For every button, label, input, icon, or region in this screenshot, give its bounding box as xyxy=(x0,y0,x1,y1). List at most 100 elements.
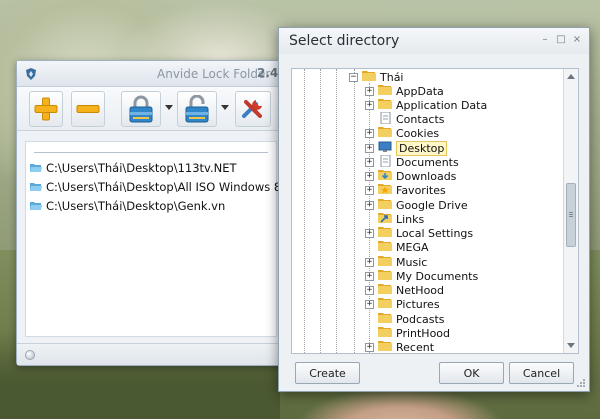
tree-node-cookies[interactable]: + Cookies xyxy=(365,127,439,141)
expand-icon[interactable]: + xyxy=(365,143,374,153)
links-folder-icon xyxy=(378,212,396,227)
cancel-button[interactable]: Cancel xyxy=(509,362,574,384)
resize-grip-icon[interactable] xyxy=(576,378,586,388)
tree-node-label: Documents xyxy=(396,155,459,169)
folder-icon xyxy=(378,326,396,341)
directory-tree[interactable]: − Thái + AppData + Application Data Contacts + C… xyxy=(291,68,579,354)
tree-node-mega[interactable]: MEGA xyxy=(365,241,429,255)
open-folder-icon xyxy=(30,183,42,191)
folder-icon xyxy=(378,312,396,327)
tree-node-downloads[interactable]: + Downloads xyxy=(365,170,456,184)
settings-button[interactable] xyxy=(235,91,271,127)
tree-node-root[interactable]: − Thái xyxy=(349,70,404,84)
expand-icon[interactable]: + xyxy=(365,286,374,295)
dialog-title: Select directory xyxy=(289,33,400,49)
tree-node-label: Local Settings xyxy=(396,227,474,240)
tree-node-desktop[interactable]: + Desktop xyxy=(365,140,448,156)
scroll-down-icon[interactable] xyxy=(567,343,575,348)
tree-scrollbar[interactable] xyxy=(563,69,578,353)
select-directory-dialog: Select directory – □ × − Thái + AppData + App… xyxy=(278,27,590,392)
wrench-screwdriver-icon xyxy=(242,100,262,118)
expand-icon[interactable]: + xyxy=(365,86,374,96)
folder-icon xyxy=(378,84,396,99)
expand-icon[interactable]: + xyxy=(365,257,374,267)
maximize-icon[interactable]: □ xyxy=(555,34,567,46)
folder-icon xyxy=(378,269,396,284)
tree-node-label: Music xyxy=(396,255,428,269)
lock-folder-button[interactable] xyxy=(121,91,161,127)
tree-node-printhood[interactable]: PrintHood xyxy=(365,326,450,340)
folder-list-item[interactable]: C:\Users\Thái\Desktop\Genk.vn xyxy=(30,198,225,214)
lock-folder-toolbar xyxy=(17,87,283,131)
tree-node-label: Thái xyxy=(380,70,404,84)
close-icon[interactable]: × xyxy=(571,34,583,46)
lock-folder-titlebar[interactable]: Anvide Lock Folder 2.40 xyxy=(17,61,287,87)
tree-node-favorites[interactable]: + Favorites xyxy=(365,184,446,198)
unlock-dropdown-arrow[interactable] xyxy=(221,105,229,110)
downloads-folder-icon xyxy=(378,169,396,184)
open-folder-icon xyxy=(30,164,42,172)
folder-icon xyxy=(378,98,396,113)
tree-node-label: AppData xyxy=(396,84,444,98)
add-folder-button[interactable] xyxy=(29,91,63,127)
tree-node-local-settings[interactable]: + Local Settings xyxy=(365,227,473,241)
tree-node-music[interactable]: + Music xyxy=(365,255,427,269)
folder-list-item[interactable]: C:\Users\Thái\Desktop\113tv.NET xyxy=(30,160,237,176)
tree-node-recent[interactable]: + Recent xyxy=(365,341,434,353)
lock-folder-title: Anvide Lock Folder xyxy=(157,67,271,81)
create-button[interactable]: Create xyxy=(295,362,360,384)
tree-node-google-drive[interactable]: + Google Drive xyxy=(365,198,468,212)
plus-icon xyxy=(34,97,58,121)
tree-node-podcasts[interactable]: Podcasts xyxy=(365,312,445,326)
favorites-star-icon xyxy=(378,183,396,198)
tree-node-appdata[interactable]: + AppData xyxy=(365,84,444,98)
tree-node-my-documents[interactable]: + My Documents xyxy=(365,269,478,283)
collapse-icon[interactable]: − xyxy=(349,72,358,82)
folder-icon xyxy=(378,297,396,312)
tree-node-label: PrintHood xyxy=(396,326,451,340)
tree-node-nethood[interactable]: + NetHood xyxy=(365,284,444,298)
expand-icon[interactable]: + xyxy=(365,200,374,210)
scroll-up-icon[interactable] xyxy=(567,74,575,79)
tree-node-pictures[interactable]: + Pictures xyxy=(365,298,440,312)
tree-node-links[interactable]: Links xyxy=(365,212,424,226)
folder-path: C:\Users\Thái\Desktop\113tv.NET xyxy=(46,161,237,175)
remove-folder-button[interactable] xyxy=(71,91,105,127)
tree-node-label: MEGA xyxy=(396,241,429,255)
dialog-titlebar[interactable]: Select directory – □ × xyxy=(279,28,589,54)
lock-folder-window: Anvide Lock Folder 2.40 C:\Users\Thái\De… xyxy=(16,60,292,366)
folder-icon xyxy=(378,126,396,141)
lock-dropdown-arrow[interactable] xyxy=(165,105,173,110)
open-padlock-icon xyxy=(185,95,209,123)
folder-icon xyxy=(378,240,396,255)
tree-node-label: Podcasts xyxy=(396,312,445,326)
tree-node-label: Desktop xyxy=(396,140,448,156)
tree-node-documents[interactable]: + Documents xyxy=(365,154,459,169)
expand-icon[interactable]: + xyxy=(365,129,374,139)
minimize-icon[interactable]: – xyxy=(539,34,551,46)
expand-icon[interactable]: + xyxy=(365,229,374,238)
expand-icon[interactable]: + xyxy=(365,343,374,352)
unlock-folder-button[interactable] xyxy=(177,91,217,127)
expand-icon[interactable]: + xyxy=(365,300,374,310)
list-divider xyxy=(34,152,268,153)
expand-icon[interactable]: + xyxy=(365,172,374,181)
minus-icon xyxy=(76,105,100,113)
expand-icon[interactable]: + xyxy=(365,100,374,110)
tree-node-label: Cookies xyxy=(396,127,440,141)
expand-icon[interactable]: + xyxy=(365,157,374,167)
open-folder-icon xyxy=(30,202,42,210)
status-bar xyxy=(17,343,283,365)
locked-folder-list[interactable]: C:\Users\Thái\Desktop\113tv.NET C:\Users… xyxy=(25,141,292,337)
expand-icon[interactable]: + xyxy=(365,186,374,196)
scroll-thumb[interactable] xyxy=(566,183,576,247)
tree-node-contacts[interactable]: Contacts xyxy=(365,111,445,127)
folder-path: C:\Users\Thái\Desktop\Genk.vn xyxy=(46,199,226,213)
tree-node-application-data[interactable]: + Application Data xyxy=(365,98,487,112)
expand-icon[interactable]: + xyxy=(365,271,374,281)
folder-list-item[interactable]: C:\Users\Thái\Desktop\All ISO Windows 8.… xyxy=(30,179,292,195)
ok-button[interactable]: OK xyxy=(439,362,504,384)
